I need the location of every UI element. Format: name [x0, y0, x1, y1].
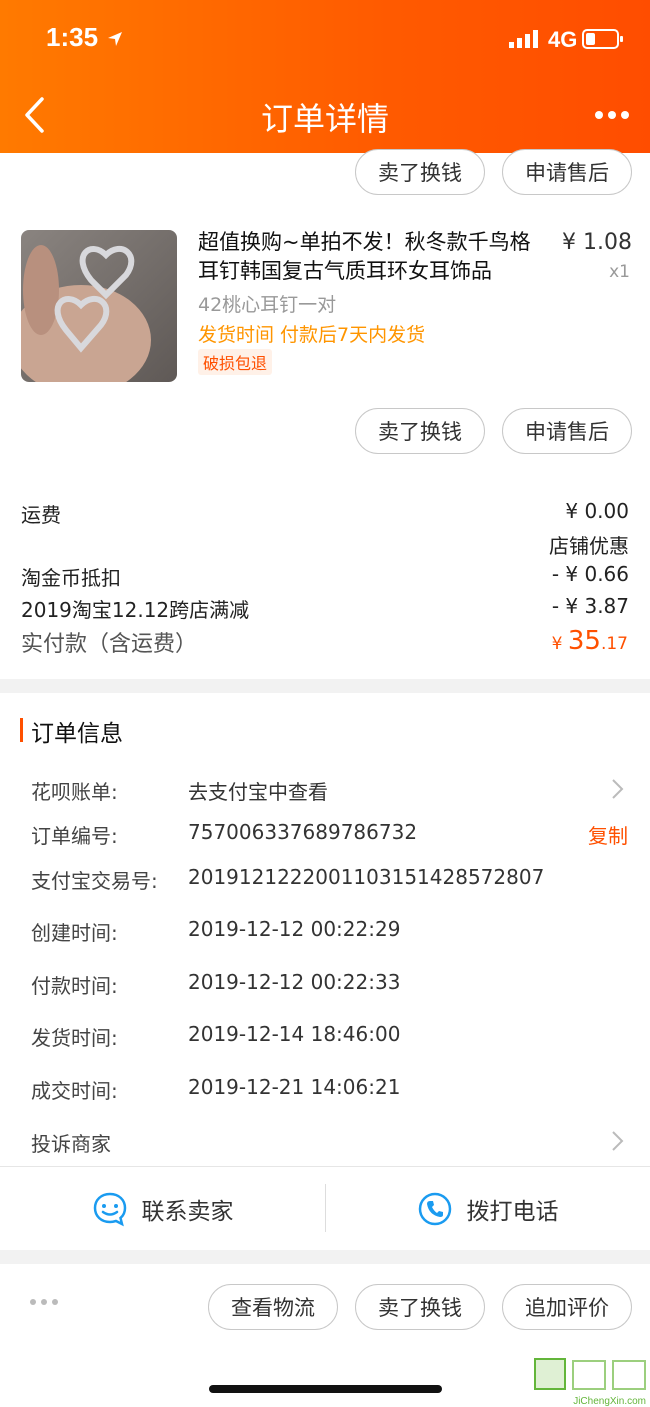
paid-label: 实付款（含运费）: [21, 632, 198, 657]
copy-button[interactable]: 复制: [588, 820, 628, 849]
promo-value: - ¥ 3.87: [551, 594, 629, 618]
shipping-value: ¥ 0.00: [565, 499, 629, 523]
paid-integer: 35: [567, 626, 601, 656]
paid-time-label: 付款时间:: [31, 974, 118, 998]
sell-button[interactable]: 卖了换钱: [355, 408, 485, 454]
product-image[interactable]: [21, 230, 177, 382]
product-quantity: x1: [609, 262, 630, 282]
chevron-right-icon[interactable]: [610, 778, 624, 800]
product-ship-time: 发货时间 付款后7天内发货: [198, 324, 426, 346]
phone-icon: [418, 1192, 451, 1225]
section-accent-bar: [20, 718, 23, 742]
more-actions-icon[interactable]: [29, 1298, 59, 1306]
sell-button-bottom[interactable]: 卖了换钱: [355, 1284, 485, 1330]
shipped-time-label: 发货时间:: [31, 1026, 118, 1050]
section-divider: [0, 679, 650, 693]
home-indicator: [209, 1385, 442, 1393]
after-sale-button-top[interactable]: 申请售后: [502, 149, 632, 195]
view-logistics-button[interactable]: 查看物流: [208, 1284, 338, 1330]
product-title[interactable]: 超值换购~单拍不发！秋冬款千鸟格耳钉韩国复古气质耳环女耳饰品: [198, 228, 548, 286]
contact-seller-label: 联系卖家: [141, 1198, 234, 1225]
chevron-right-icon[interactable]: [610, 1130, 624, 1152]
product-sku: 42桃心耳钉一对: [198, 294, 337, 316]
order-number-label: 订单编号:: [31, 824, 118, 848]
complain-merchant-link[interactable]: 投诉商家: [31, 1128, 111, 1157]
created-time-label: 创建时间:: [31, 921, 118, 945]
paid-time-value: 2019-12-12 00:22:33: [188, 970, 401, 994]
section-divider: [0, 1250, 650, 1264]
store-discount-label: 店铺优惠: [549, 534, 629, 558]
deal-time-value: 2019-12-21 14:06:21: [188, 1075, 401, 1099]
product-price: ¥ 1.08: [562, 230, 632, 255]
paid-amount: ¥ 35.17: [552, 626, 628, 656]
sell-button-top[interactable]: 卖了换钱: [355, 149, 485, 195]
chat-bubble-icon: [93, 1192, 126, 1226]
promo-label: 2019淘宝12.12跨店满减: [21, 598, 250, 622]
huabei-label: 花呗账单:: [31, 780, 118, 804]
call-phone-label: 拨打电话: [466, 1198, 559, 1225]
watermark-text: JiChengXin.com: [573, 1396, 646, 1407]
huabei-link[interactable]: 去支付宝中查看: [188, 776, 328, 805]
shipped-time-value: 2019-12-14 18:46:00: [188, 1022, 401, 1046]
alipay-trade-label: 支付宝交易号:: [31, 869, 158, 893]
paid-decimal: .17: [600, 634, 628, 654]
created-time-value: 2019-12-12 00:22:29: [188, 917, 401, 941]
damage-return-badge: 破损包退: [198, 349, 273, 375]
add-review-button[interactable]: 追加评价: [502, 1284, 632, 1330]
paid-currency: ¥: [551, 634, 568, 654]
order-info-title: 订单信息: [31, 721, 123, 747]
coin-deduct-value: - ¥ 0.66: [551, 562, 629, 586]
alipay-trade-value: 2019121222001103151428572807: [188, 865, 545, 889]
deal-time-label: 成交时间:: [31, 1079, 118, 1103]
order-number-value: 757006337689786732: [188, 820, 418, 844]
coin-deduct-label: 淘金币抵扣: [21, 566, 121, 590]
call-phone-button[interactable]: 拨打电话: [325, 1167, 650, 1250]
shipping-label: 运费: [21, 503, 61, 527]
after-sale-button[interactable]: 申请售后: [502, 408, 632, 454]
contact-seller-button[interactable]: 联系卖家: [0, 1167, 325, 1250]
